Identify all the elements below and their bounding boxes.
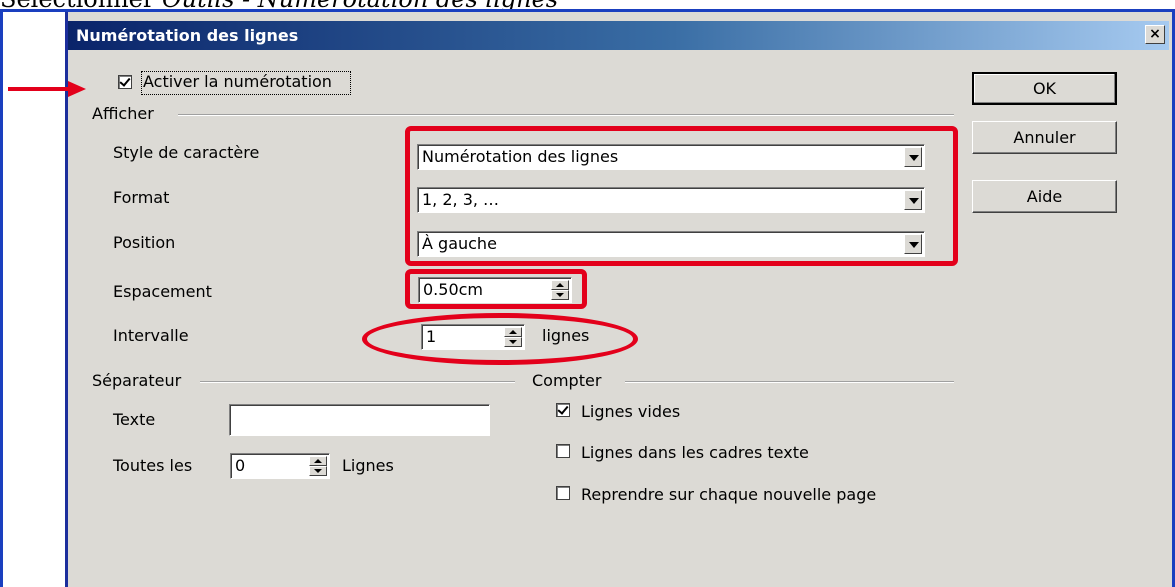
blank-lines-label[interactable]: Lignes vides <box>581 402 680 421</box>
spin-buttons[interactable] <box>309 456 327 476</box>
cancel-button[interactable]: Annuler <box>972 121 1117 154</box>
ok-button[interactable]: OK <box>972 72 1117 105</box>
enable-numbering-label[interactable]: Activer la numérotation <box>143 72 332 91</box>
position-label: Position <box>113 233 176 252</box>
restart-label[interactable]: Reprendre sur chaque nouvelle page <box>581 485 876 504</box>
highlight-spacing <box>405 269 587 309</box>
interval-label: Intervalle <box>113 326 189 345</box>
separator-text-label: Texte <box>113 410 156 429</box>
compter-group-title: Compter <box>532 371 602 390</box>
every-label: Toutes les <box>113 456 193 475</box>
restart-checkbox[interactable] <box>556 486 570 500</box>
enable-numbering-checkbox[interactable] <box>118 75 132 89</box>
separateur-group-title: Séparateur <box>92 371 182 390</box>
spacing-label: Espacement <box>113 282 212 301</box>
spin-up-icon[interactable] <box>309 456 327 466</box>
afficher-group-title: Afficher <box>92 104 154 123</box>
style-label: Style de caractère <box>113 143 260 162</box>
every-value: 0 <box>235 456 246 475</box>
separator-text-input[interactable] <box>229 404 490 436</box>
every-unit: Lignes <box>342 456 394 475</box>
close-icon: × <box>1149 26 1161 42</box>
text-frames-label[interactable]: Lignes dans les cadres texte <box>581 443 809 462</box>
arrow-annotation <box>8 81 86 97</box>
format-label: Format <box>113 188 170 207</box>
spin-down-icon[interactable] <box>309 466 327 476</box>
highlight-combos <box>405 126 958 266</box>
help-button[interactable]: Aide <box>972 180 1117 213</box>
separateur-group-divider <box>200 381 515 383</box>
dialog-title: Numérotation des lignes <box>76 26 299 45</box>
close-button[interactable]: × <box>1145 25 1165 44</box>
highlight-interval <box>362 313 638 365</box>
dialog-titlebar[interactable]: Numérotation des lignes × <box>68 21 1169 50</box>
afficher-group-divider <box>178 114 954 116</box>
every-spinbox[interactable]: 0 <box>230 453 330 479</box>
text-frames-checkbox[interactable] <box>556 444 570 458</box>
compter-group-divider <box>625 381 954 383</box>
blank-lines-checkbox[interactable] <box>556 403 570 417</box>
